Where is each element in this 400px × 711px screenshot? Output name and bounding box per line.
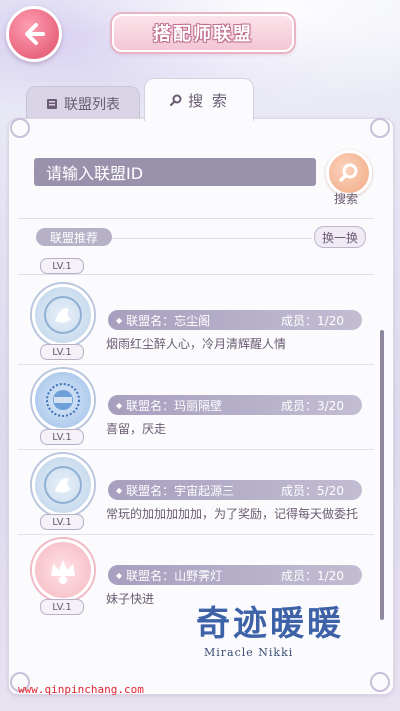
member-count: 成员：5/20 [281,483,344,498]
tab-search[interactable]: 搜 索 [144,78,254,121]
guild-name-bar: ◆ 联盟名：玛丽隔壁 成员：3/20 [108,395,362,415]
member-count: 成员：1/20 [281,568,344,583]
game-logo: 奇迹暖暖 Miracle Nikki [196,596,366,666]
guild-description: 常玩的加加加加加，为了奖励，记得每天做委托 [106,507,359,521]
clock-emblem-icon [32,369,94,431]
guild-name: 联盟名：忘尘阁 [126,313,211,328]
logo-cn: 奇迹暖暖 [196,604,344,644]
divider [18,274,374,275]
guild-name-bar: ◆ 联盟名：山野霁灯 成员：1/20 [108,565,362,585]
guild-name-bar: ◆ 联盟名：忘尘阁 成员：1/20 [108,310,362,330]
swan-emblem-icon [32,454,94,516]
tab-guild-list[interactable]: 联盟列表 [26,86,140,121]
diamond-icon: ◆ [116,485,123,495]
arrow-left-icon [25,23,45,45]
level-badge: LV.1 [40,344,84,360]
level-badge: LV.1 [40,599,84,615]
corner-flourish-top-right-icon [370,118,390,138]
diamond-icon: ◆ [116,400,123,410]
magnifier-icon [170,94,182,106]
guild-name: 联盟名：玛丽隔壁 [126,398,223,413]
tab-search-label: 搜 索 [188,91,229,110]
book-icon [47,99,57,109]
divider [112,238,312,239]
tab-guild-list-label: 联盟列表 [64,97,120,113]
guild-description: 烟雨红尘醉人心，冷月清辉醒人情 [106,337,287,351]
site-watermark: www.qinpinchang.com [18,683,144,696]
guild-name: 联盟名：宇宙起源三 [126,483,235,498]
diamond-icon: ◆ [116,315,123,325]
divider [18,218,374,219]
member-count: 成员：1/20 [281,313,344,328]
section-label-recommend: 联盟推荐 [36,228,112,246]
crown-emblem-icon [32,539,94,601]
title-banner: 搭配师联盟 [112,14,294,52]
corner-flourish-bottom-right-icon [370,672,390,692]
back-button[interactable] [6,6,62,62]
level-badge: LV.1 [40,514,84,530]
guild-description: 喜留，厌走 [106,422,167,436]
guild-name: 联盟名：山野霁灯 [126,568,223,583]
page-title: 搭配师联盟 [153,24,253,45]
refresh-button[interactable]: 换一换 [314,226,366,248]
guild-row[interactable]: LV.1 ◆ 联盟名：宇宙起源三 成员：5/20 常玩的加加加加加，为了奖励，记… [18,450,374,535]
corner-flourish-top-left-icon [10,118,30,138]
logo-en: Miracle Nikki [204,646,294,659]
guild-row[interactable]: LV.1 ◆ 联盟名：玛丽隔壁 成员：3/20 喜留，厌走 [18,365,374,450]
diamond-icon: ◆ [116,570,123,580]
guild-name-bar: ◆ 联盟名：宇宙起源三 成员：5/20 [108,480,362,500]
swan-emblem-icon [32,284,94,346]
scrollbar[interactable] [380,330,384,620]
guild-id-search-input[interactable]: 请输入联盟ID [34,158,316,186]
guild-list[interactable]: LV.1 LV.1 ◆ 联盟名：忘尘阁 成员：1/20 烟雨红尘醉人心，冷月清辉… [18,258,374,618]
level-badge-partial: LV.1 [40,258,84,274]
level-badge: LV.1 [40,429,84,445]
search-icon [339,163,358,182]
guild-row[interactable]: LV.1 ◆ 联盟名：忘尘阁 成员：1/20 烟雨红尘醉人心，冷月清辉醒人情 [18,280,374,365]
search-button-label: 搜索 [334,192,359,206]
search-placeholder: 请输入联盟ID [46,164,144,183]
member-count: 成员：3/20 [281,398,344,413]
